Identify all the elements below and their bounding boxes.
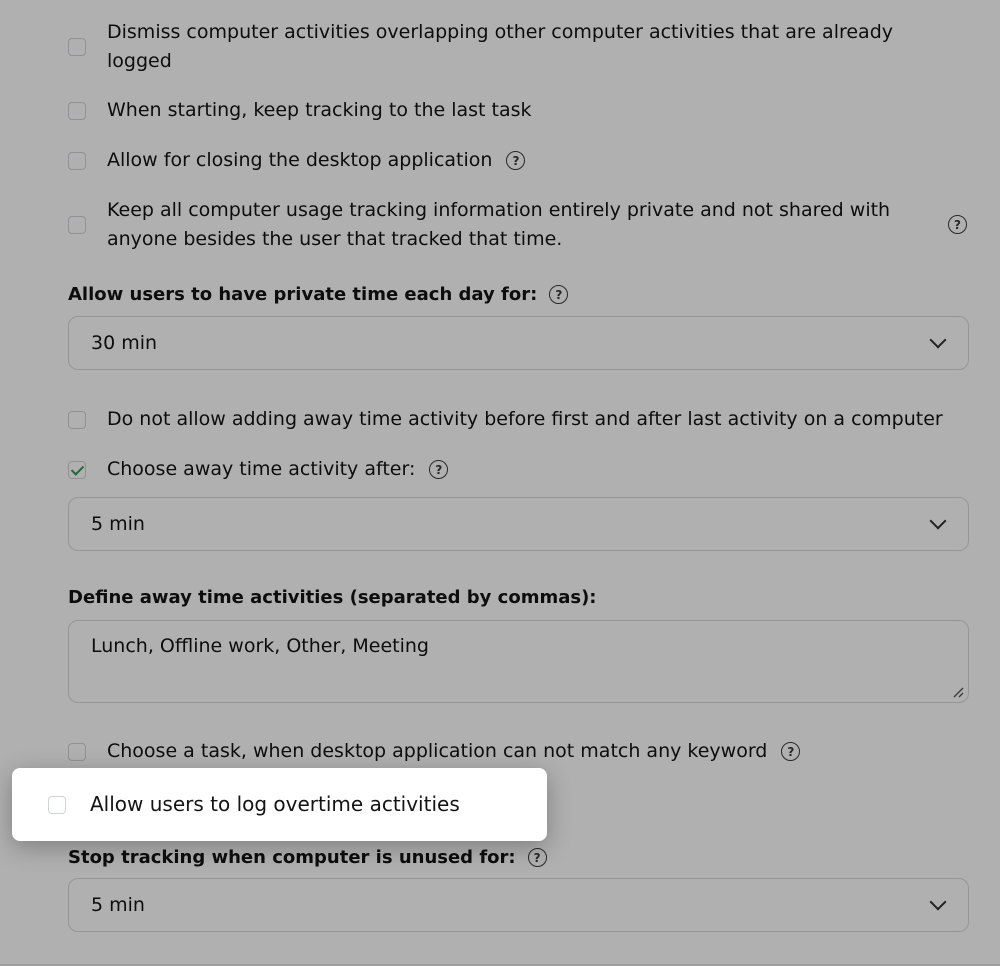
highlighted-option-allow-overtime[interactable]: Allow users to log overtime activities: [12, 768, 547, 841]
allow-overtime-label: Allow users to log overtime activities: [90, 792, 460, 816]
allow-overtime-checkbox[interactable]: [48, 795, 66, 814]
